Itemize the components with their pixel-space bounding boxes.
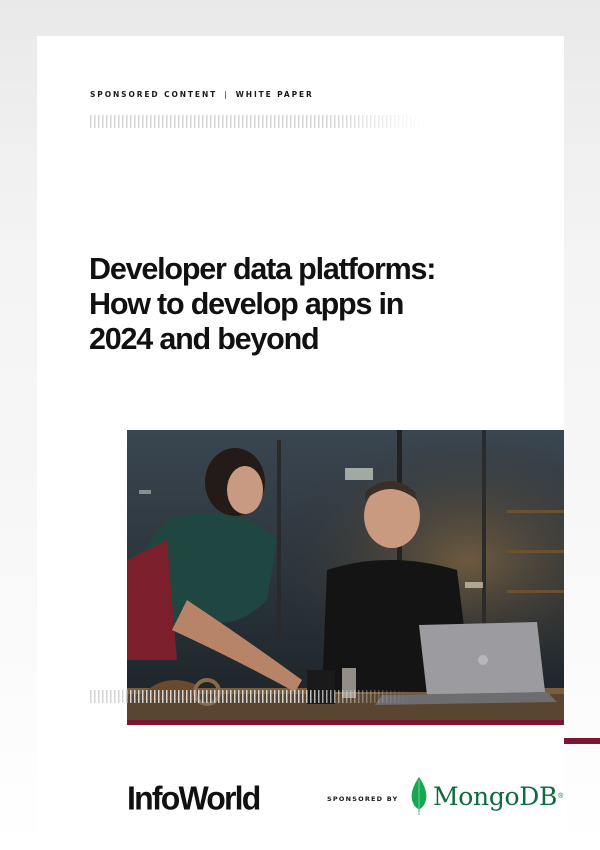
- accent-tab: [564, 738, 600, 744]
- sponsored-by-label: SPONSORED BY: [327, 795, 399, 803]
- infoworld-logo: InfoWorld: [127, 779, 261, 817]
- title-line-3: 2024 and beyond: [89, 322, 320, 356]
- title-line-2: How to develop apps in: [89, 287, 404, 321]
- accent-rule: [127, 720, 564, 725]
- hero-photo: [127, 430, 564, 720]
- mongodb-leaf-icon: [411, 777, 427, 815]
- title-line-1: Developer data platforms:: [89, 252, 436, 286]
- eyebrow-white-paper: WHITE PAPER: [235, 90, 314, 99]
- page-title: Developer data platforms: How to develop…: [89, 252, 519, 357]
- decorative-barcode-top: [90, 115, 425, 128]
- trademark-symbol: ®: [558, 792, 564, 800]
- hero-photo-illustration: [127, 430, 564, 720]
- mongodb-logo: MongoDB ®: [409, 776, 563, 816]
- decorative-barcode-bottom: [90, 690, 410, 703]
- mongodb-wordmark: MongoDB: [433, 781, 558, 811]
- eyebrow-separator: |: [224, 90, 229, 99]
- eyebrow-sponsored-content: SPONSORED CONTENT: [90, 90, 218, 99]
- eyebrow-label: SPONSORED CONTENT | WHITE PAPER: [90, 90, 314, 99]
